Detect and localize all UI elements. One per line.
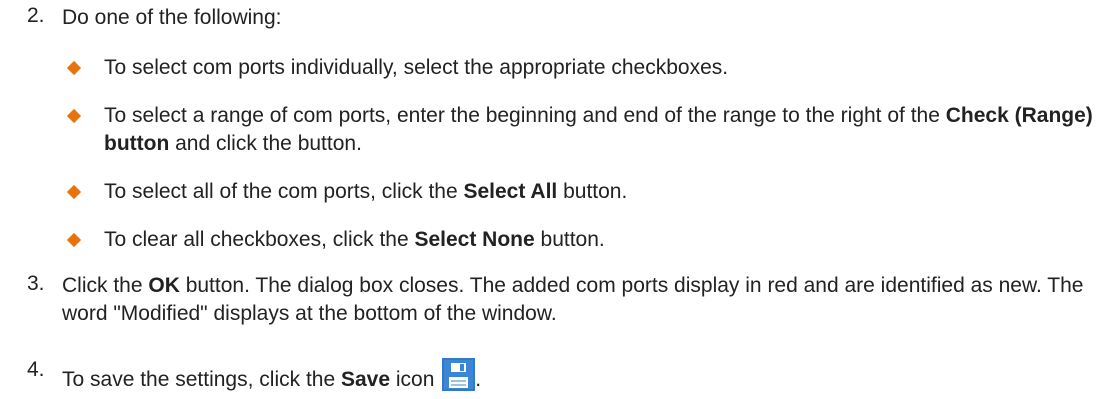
bullet-text: To select com ports individually, select…	[104, 54, 1104, 82]
bullet-diamond-icon	[66, 184, 82, 200]
text-segment: To save the settings, click the	[62, 368, 341, 391]
text-segment: button.	[557, 180, 628, 203]
bold-term: Save	[340, 368, 391, 391]
text-segment: To select a range of com ports, enter th…	[104, 104, 946, 127]
step-text: Click the OK button. The dialog box clos…	[62, 272, 1097, 328]
save-icon	[442, 358, 476, 391]
text-segment: button.	[534, 228, 605, 251]
text-segment: and click the button.	[169, 132, 362, 155]
bullet-diamond-icon	[66, 60, 82, 76]
bullet-text: To select a range of com ports, enter th…	[104, 102, 1104, 158]
bold-term: Select None	[414, 228, 535, 251]
text-segment: .	[475, 368, 482, 391]
step-number: 2.	[27, 4, 45, 27]
step-number: 3.	[27, 272, 45, 295]
bullet-text: To select all of the com ports, click th…	[104, 178, 1104, 206]
text-segment: To select com ports individually, select…	[104, 56, 729, 79]
text-segment: button. The dialog box closes. The added…	[62, 274, 1084, 325]
bold-term: OK	[148, 274, 180, 297]
bullet-diamond-icon	[66, 108, 82, 124]
bullet-diamond-icon	[66, 232, 82, 248]
step-number: 4.	[27, 358, 45, 381]
bold-term: Select All	[463, 180, 558, 203]
text-segment: icon	[390, 368, 441, 391]
bullet-text: To clear all checkboxes, click the Selec…	[104, 226, 1104, 254]
step-text: Do one of the following:	[62, 6, 282, 29]
text-segment: Click the	[62, 274, 149, 297]
text-segment: To clear all checkboxes, click the	[104, 228, 415, 251]
step-text: To save the settings, click the Save ico…	[62, 358, 1097, 394]
text-segment: To select all of the com ports, click th…	[104, 180, 464, 203]
